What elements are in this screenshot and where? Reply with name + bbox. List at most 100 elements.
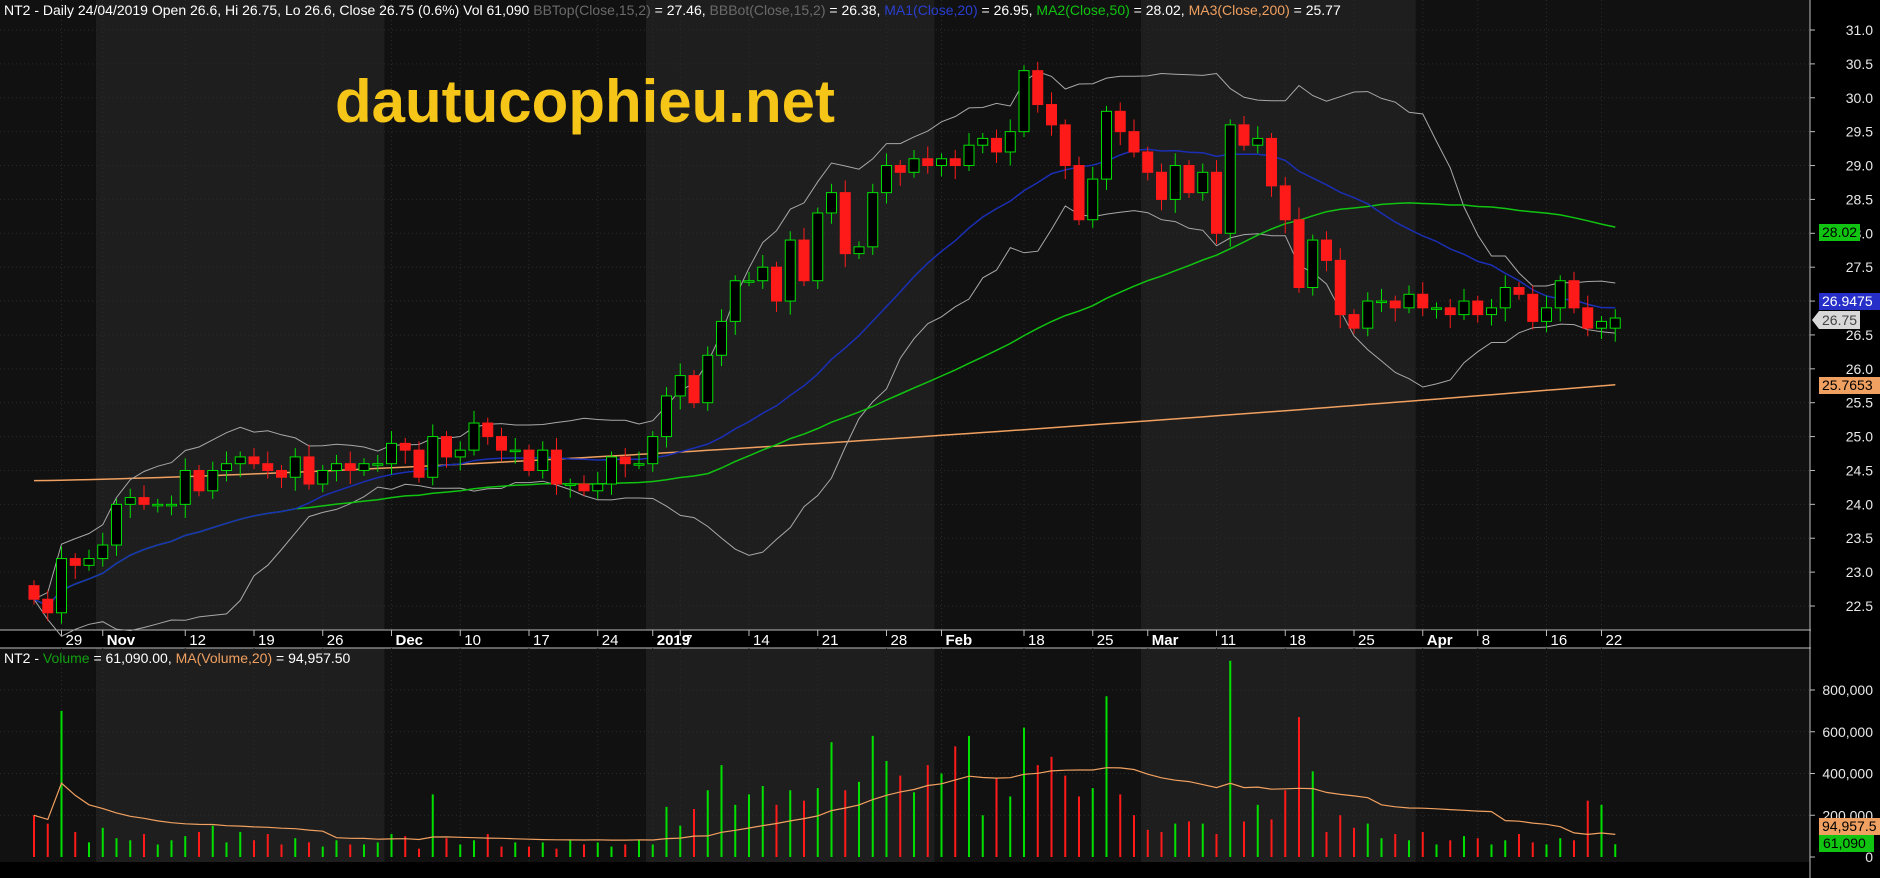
price-tick-label: 23.5 <box>1846 530 1873 546</box>
candle-body <box>1527 293 1539 322</box>
candle-body <box>193 469 205 492</box>
candle <box>1293 207 1305 293</box>
candle <box>1307 234 1319 296</box>
candle-body <box>1266 137 1277 187</box>
candle-body <box>1307 239 1319 289</box>
candle-body <box>784 239 796 302</box>
volume-ma-label: MA(Volume,20) <box>176 650 272 666</box>
candle <box>1018 65 1030 138</box>
candle-body <box>496 436 507 451</box>
candle-body <box>111 503 122 546</box>
volume-tick-label: 600,000 <box>1822 724 1873 740</box>
candle-body <box>1403 293 1415 309</box>
volume-tag-text: 61,090 <box>1823 835 1866 851</box>
candle-body <box>1609 317 1621 329</box>
candle-body <box>1032 70 1044 106</box>
candle-body <box>1004 131 1016 153</box>
candle-body <box>606 456 617 485</box>
price-tick-label: 30.0 <box>1846 90 1873 106</box>
volume-tick-label: 800,000 <box>1822 682 1873 698</box>
stock-chart[interactable]: dautucophieu.net 22.5 23.0 23.5 24.0 24.5 25.… <box>0 0 1880 878</box>
price-tick-label: 26.5 <box>1846 327 1873 343</box>
date-tick-label: 28 <box>891 632 908 649</box>
price-tick-label: 29.5 <box>1846 124 1873 140</box>
candle-body <box>1114 110 1126 133</box>
candle-body <box>702 354 714 404</box>
candle-body <box>1142 151 1154 173</box>
candle-body <box>248 456 260 465</box>
candle-body <box>317 469 329 485</box>
candle-body <box>413 449 425 478</box>
candle-body <box>1596 320 1607 329</box>
candle-body <box>1211 171 1222 234</box>
candle-body <box>894 165 906 173</box>
ma3-tag-text: 25.7653 <box>1822 377 1873 393</box>
date-tick-label: 29 <box>66 632 83 649</box>
candle-body <box>963 144 975 167</box>
date-tick-label: 8 <box>1482 632 1490 649</box>
candle-body <box>908 158 920 173</box>
price-tick-label: 24.0 <box>1846 496 1873 512</box>
candle-body <box>83 558 95 566</box>
bbbot-value: = 26.38, <box>825 2 884 18</box>
date-tick-label: 18 <box>1028 632 1045 649</box>
candle-body <box>207 469 219 492</box>
candle-body <box>372 463 384 466</box>
candle-body <box>1128 131 1140 153</box>
volume-band <box>384 648 646 862</box>
candle-body <box>798 239 810 282</box>
candle-body <box>1582 307 1594 329</box>
candle-body <box>1169 165 1181 200</box>
candle-body <box>1499 287 1511 309</box>
candle-body <box>344 463 356 471</box>
candle-body <box>331 463 342 471</box>
candle-body <box>564 483 576 487</box>
candle-body <box>1238 124 1250 146</box>
date-tick-label: 19 <box>258 632 275 649</box>
candle-body <box>716 320 727 356</box>
volume-band <box>1140 648 1416 862</box>
candle-body <box>977 137 989 146</box>
candle <box>1224 119 1236 247</box>
volume-label: Volume <box>43 650 90 666</box>
price-tick-label: 24.5 <box>1846 462 1873 478</box>
candle-body <box>1348 314 1360 329</box>
watermark-text: dautucophieu.net <box>335 68 835 135</box>
date-tick-label: Dec <box>396 632 424 649</box>
candle-body <box>28 585 40 600</box>
volume-info-line: NT2 - Volume = 61,090.00, MA(Volume,20) … <box>4 650 351 666</box>
candle-body <box>1046 104 1057 126</box>
volume-ma-value: = 94,957.50 <box>272 650 350 666</box>
candle-body <box>358 463 370 471</box>
candle-body <box>1472 300 1484 316</box>
candle-body <box>867 192 879 248</box>
candle-body <box>1293 219 1305 289</box>
candle-body <box>1362 300 1374 329</box>
price-tick-label: 22.5 <box>1846 598 1873 614</box>
candle-body <box>1018 70 1030 133</box>
close-tag-text: 26.75 <box>1822 312 1857 328</box>
close-tag: 26.75 <box>1812 311 1860 329</box>
candle-body <box>1224 124 1236 234</box>
candle-body <box>688 375 700 404</box>
candle-body <box>1156 171 1167 200</box>
candle-body <box>812 212 824 282</box>
candle-body <box>1568 280 1580 309</box>
candle-body <box>509 449 521 453</box>
bbtop-label: BBTop(Close,15,2) <box>533 2 651 18</box>
candle-body <box>166 503 177 507</box>
candle-body <box>1444 307 1456 316</box>
candle-body <box>152 503 164 507</box>
candle-body <box>523 449 535 471</box>
candle-body <box>427 436 439 478</box>
ma2-label: MA2(Close,50) <box>1036 2 1129 18</box>
candle-body <box>1087 178 1099 221</box>
date-tick-label: 16 <box>1551 632 1568 649</box>
candle-body <box>1389 300 1401 309</box>
ma3-value: = 25.77 <box>1290 2 1341 18</box>
candle-body <box>1279 185 1291 221</box>
candle <box>1211 160 1222 245</box>
candle-body <box>234 456 246 465</box>
volume-tag: 61,090 <box>1819 835 1874 852</box>
candle <box>702 346 714 411</box>
